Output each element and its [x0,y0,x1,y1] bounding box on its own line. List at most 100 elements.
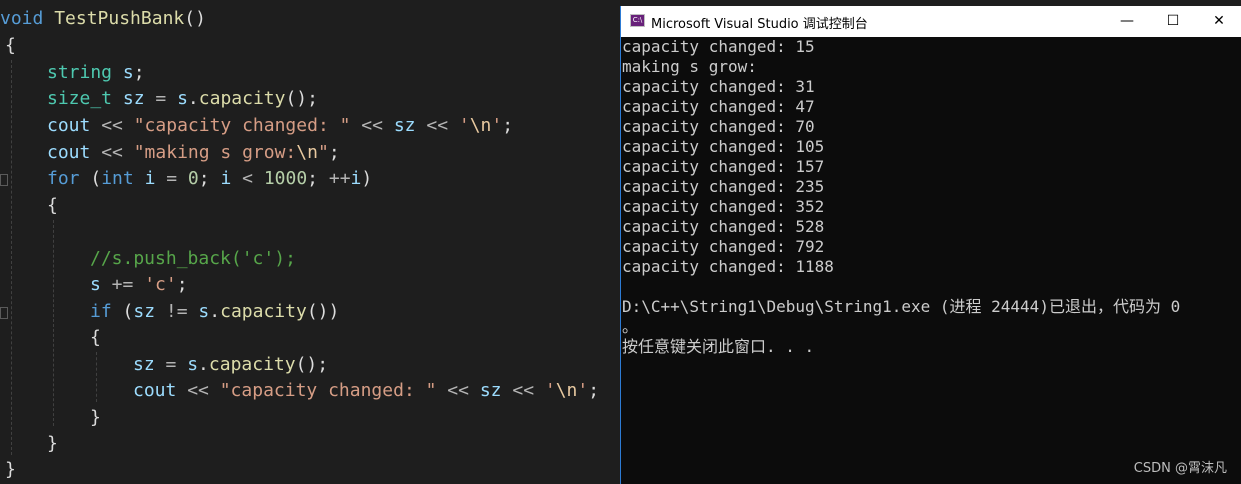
code-token: 1000 [263,168,308,189]
code-token: s [90,274,101,295]
code-token: << [415,115,459,136]
maximize-button[interactable]: ☐ [1150,6,1196,37]
code-token: << [90,142,134,163]
code-token: void [0,8,44,29]
code-token: if [90,301,112,322]
close-button[interactable]: ✕ [1196,6,1241,37]
code-token: ; [328,142,340,163]
code-token: for [47,168,80,189]
code-token: = [154,354,188,375]
code-token: s [122,62,134,83]
console-line: making s grow: [622,57,757,76]
collapse-toggle-icon[interactable] [0,307,8,319]
console-line: capacity changed: 70 [622,117,815,136]
code-line: } [90,405,101,431]
code-line: cout << "capacity changed: " << sz << '\… [47,113,513,139]
console-app-icon: C:\ [630,14,645,27]
console-line: capacity changed: 792 [622,237,825,256]
code-token: i [144,168,156,189]
console-line: capacity changed: 1188 [622,257,834,276]
code-token: i [220,168,232,189]
console-line: D:\C++\String1\Debug\String1.exe (进程 244… [622,297,1181,316]
code-token: << [436,380,480,401]
indent-guide [53,220,54,426]
code-token: s [198,301,210,322]
code-token: != [155,301,199,322]
code-token: ' [491,115,503,136]
code-token: ( [111,301,134,322]
code-token: ; [588,380,600,401]
code-token: . [209,301,221,322]
code-token: ; [198,168,221,189]
code-token: << [90,115,134,136]
code-token: 0 [187,168,199,189]
code-token: . [198,354,209,375]
code-line: void TestPushBank() [0,6,206,32]
code-token: capacity [198,88,286,109]
code-token: capacity [208,354,296,375]
code-token: ' [544,380,556,401]
code-editor[interactable]: void TestPushBank(){string s; size_t sz =… [0,0,620,484]
code-token: (); [295,354,329,375]
code-token: } [47,433,58,454]
code-token: 'c' [144,274,177,295]
console-line: capacity changed: 352 [622,197,825,216]
code-token: s [187,354,199,375]
console-line: capacity changed: 15 [622,37,815,56]
code-token: = [155,168,188,189]
console-line: capacity changed: 528 [622,217,825,236]
code-token: { [5,35,16,56]
code-token: \n [296,142,318,163]
code-token: << [176,380,220,401]
code-token: \n [555,380,578,401]
code-token: { [90,327,101,348]
code-token: //s.push_back('c'); [90,248,296,269]
code-token: TestPushBank [54,8,185,29]
code-token: sz [479,380,502,401]
code-token: ( [79,168,102,189]
code-token: } [5,459,16,480]
code-token: sz [133,354,155,375]
code-token: \n [469,115,492,136]
minimize-button[interactable]: — [1104,6,1150,37]
code-line: } [47,431,58,457]
code-token: "capacity changed: " [133,115,351,136]
code-token: s [177,88,188,109]
code-line: cout << "making s grow:\n"; [47,140,340,166]
collapse-toggle-icon[interactable] [0,174,8,186]
code-token: ; [502,115,514,136]
code-token: += [100,274,145,295]
code-line: if (sz != s.capacity()) [90,299,339,325]
code-token: ; [133,62,145,83]
console-line: capacity changed: 235 [622,177,825,196]
code-token: ; [176,274,188,295]
console-output: capacity changed: 15 making s grow: capaci… [621,37,1241,484]
code-token: " [317,142,329,163]
code-token: << [350,115,394,136]
console-line: 。 [622,317,639,336]
code-token: sz [393,115,416,136]
code-token: sz [133,301,156,322]
console-line: capacity changed: 47 [622,97,815,116]
code-token: = [144,88,178,109]
code-line: { [47,193,58,219]
code-token: cout [133,380,177,401]
code-token: sz [122,88,145,109]
code-token: ) [361,168,373,189]
code-line: { [5,33,16,59]
console-window[interactable]: C:\ Microsoft Visual Studio 调试控制台 — ☐ ✕ … [620,6,1241,484]
code-token: "capacity changed: " [219,380,437,401]
code-line: cout << "capacity changed: " << sz << '\… [133,378,599,404]
code-token: i [350,168,362,189]
console-line: 按任意键关闭此窗口. . . [622,337,815,356]
indent-guide [11,60,12,455]
console-line: capacity changed: 31 [622,77,815,96]
code-line: size_t sz = s.capacity(); [47,86,318,112]
code-line: { [90,325,101,351]
console-titlebar[interactable]: C:\ Microsoft Visual Studio 调试控制台 — ☐ ✕ [621,6,1241,37]
code-token: < [231,168,264,189]
